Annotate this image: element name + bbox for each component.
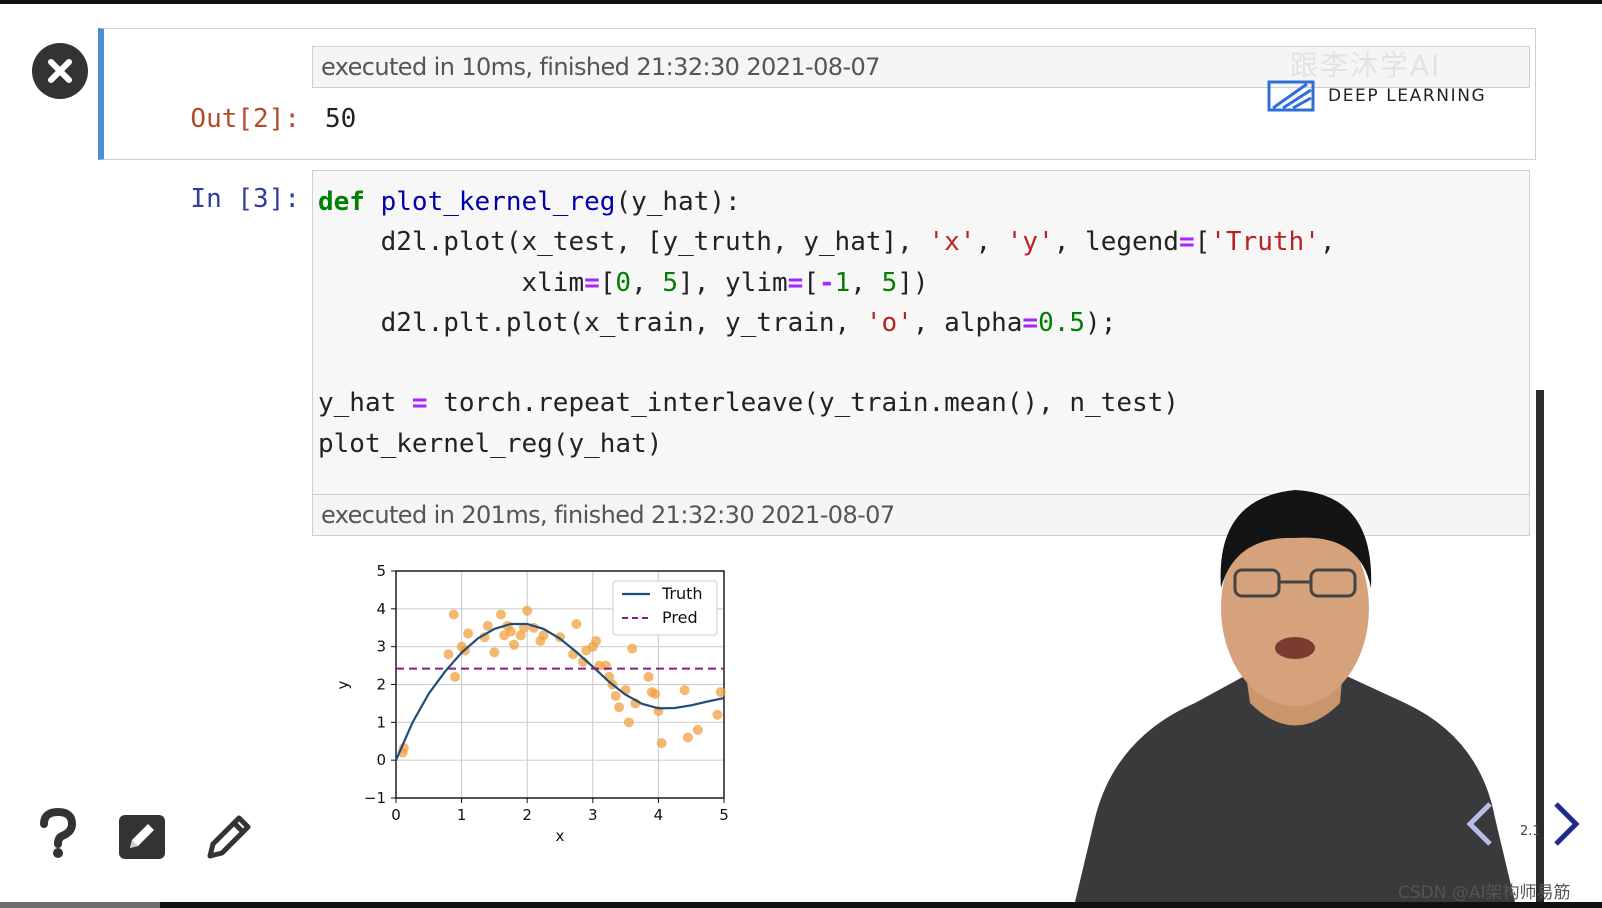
chevron-left-icon	[1466, 802, 1492, 846]
bottom-edge	[0, 902, 1602, 908]
y-tick-label: 3	[376, 638, 386, 656]
previous-slide-button[interactable]	[1464, 800, 1494, 852]
legend-truth-label: Truth	[661, 584, 703, 603]
logo-text: DEEP LEARNING	[1328, 86, 1487, 106]
x-axis-label: x	[556, 827, 565, 845]
training-point	[443, 649, 454, 660]
x-tick-label: 4	[654, 806, 664, 824]
presenter-mouth	[1275, 637, 1315, 659]
code-line-7: plot_kernel_reg(y_hat)	[318, 428, 663, 459]
training-point	[571, 618, 582, 629]
help-button[interactable]	[38, 807, 78, 862]
chevron-right-icon	[1554, 802, 1580, 846]
training-point	[448, 609, 459, 620]
pencil-button[interactable]	[206, 812, 254, 864]
question-icon	[40, 807, 77, 858]
page-indicator: 2.1	[1520, 824, 1541, 839]
training-point	[522, 605, 533, 616]
out-prompt: Out[2]:	[190, 104, 300, 134]
kernel-regression-chart: −1 0 1 2 3 4 5 0 1 2 3 4 5 x y Truth Pred	[334, 562, 729, 845]
training-point	[450, 671, 461, 682]
pencil-icon	[207, 815, 251, 859]
in-prompt: In [3]:	[190, 184, 300, 214]
x-tick-label: 1	[457, 806, 467, 824]
y-tick-label: −1	[364, 789, 386, 807]
training-point	[692, 724, 703, 735]
training-point	[495, 609, 506, 620]
training-point	[623, 717, 634, 728]
x-axis-ticks: 0 1 2 3 4 5	[391, 798, 729, 824]
code-line-2: d2l.plot(x_test, [y_truth, y_hat], 'x', …	[318, 227, 1336, 258]
code-line-1: def plot_kernel_reg(y_hat):	[318, 187, 741, 217]
y-tick-label: 5	[376, 562, 386, 580]
close-icon	[48, 59, 72, 83]
training-point	[509, 639, 520, 650]
close-button[interactable]	[32, 43, 88, 99]
y-tick-label: 0	[376, 751, 386, 769]
training-point	[712, 709, 723, 720]
training-point	[682, 732, 693, 743]
truth-line	[394, 622, 725, 761]
training-point	[591, 635, 602, 646]
y-tick-label: 4	[376, 600, 386, 618]
training-point	[679, 685, 690, 696]
code-editor[interactable]: def plot_kernel_reg(y_hat): d2l.plot(x_t…	[318, 182, 1336, 464]
y-tick-label: 2	[376, 676, 386, 694]
training-point	[489, 647, 500, 658]
code-line-4: d2l.plt.plot(x_train, y_train, 'o', alph…	[318, 307, 1117, 338]
next-slide-button[interactable]	[1552, 800, 1582, 852]
presenter-video	[1075, 490, 1515, 902]
edit-box-icon	[119, 815, 165, 859]
y-axis-label: y	[334, 680, 352, 689]
training-point	[643, 671, 654, 682]
output-value: 50	[325, 104, 357, 134]
legend-pred-label: Pred	[662, 608, 698, 627]
training-point	[715, 687, 726, 698]
code-line-3: xlim=[0, 5], ylim=[-1, 5])	[318, 267, 929, 298]
y-axis-ticks: −1 0 1 2 3 4 5	[364, 562, 396, 807]
training-point	[656, 738, 667, 749]
x-tick-label: 3	[588, 806, 598, 824]
y-tick-label: 1	[376, 713, 386, 731]
logo-icon	[1267, 80, 1315, 112]
code-line-6: y_hat = torch.repeat_interleave(y_train.…	[318, 388, 1179, 419]
x-tick-label: 0	[391, 806, 401, 824]
training-point	[614, 702, 625, 713]
training-point	[482, 620, 493, 631]
training-point	[505, 626, 516, 637]
training-point	[610, 690, 621, 701]
edit-box-button[interactable]	[118, 814, 166, 864]
video-progress[interactable]	[0, 902, 160, 908]
x-tick-label: 5	[719, 806, 729, 824]
footer-credit: CSDN @AI架构师易筋	[1398, 883, 1571, 903]
x-tick-label: 2	[522, 806, 532, 824]
top-edge	[0, 0, 1602, 4]
watermark: 跟李沐学AI	[1290, 49, 1442, 82]
chart-legend: Truth Pred	[612, 580, 718, 636]
training-point	[463, 628, 474, 639]
training-point	[627, 643, 638, 654]
training-point	[650, 688, 661, 699]
